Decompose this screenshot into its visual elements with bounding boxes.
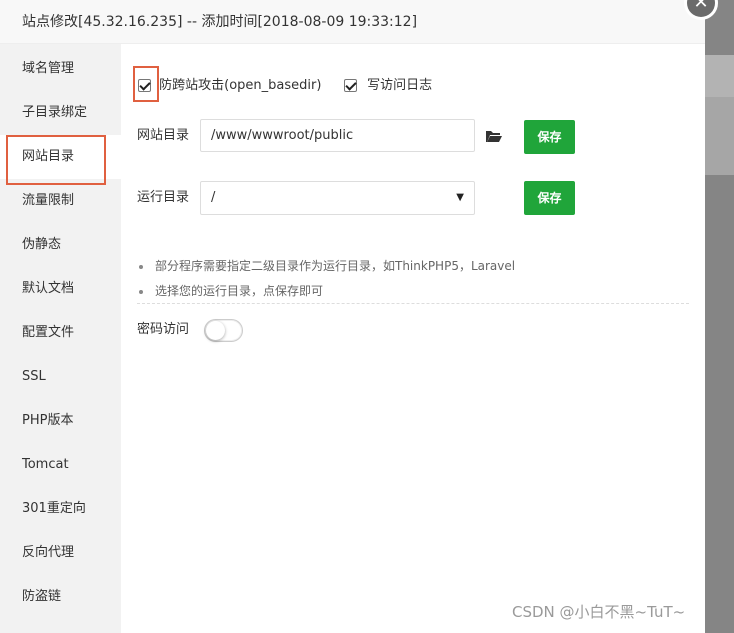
sidebar-item-traffic-limit[interactable]: 流量限制 [0,179,121,223]
sidebar-item-default-doc[interactable]: 默认文档 [0,267,121,311]
sidebar-item-subdir[interactable]: 子目录绑定 [0,91,121,135]
run-dir-label: 运行目录 [137,190,190,205]
sidebar-item-hotlink[interactable]: 防盗链 [0,575,121,619]
close-icon: ✕ [687,0,715,17]
folder-open-icon[interactable] [485,119,503,153]
site-edit-dialog: 站点修改[45.32.16.235] -- 添加时间[2018-08-09 19… [0,0,705,633]
anti-xss-label: 防跨站攻击(open_basedir) [159,78,322,93]
password-access-toggle[interactable] [204,319,243,342]
site-dir-panel: 防跨站攻击(open_basedir) 写访问日志 网站目录 /www/wwwr… [121,44,705,633]
modal-backdrop [703,0,734,633]
site-dir-row: 网站目录 /www/wwwroot/public 保存 [137,119,597,154]
help-note: 选择您的运行目录，点保存即可 [137,279,689,304]
run-dir-row: 运行目录 / ▼ 保存 [137,181,597,215]
anti-xss-checkbox[interactable] [138,79,151,92]
watermark: CSDN @小白不黑~TuT~ [512,603,686,621]
site-dir-input[interactable]: /www/wwwroot/public [200,119,475,152]
settings-sidebar: 域名管理 子目录绑定 网站目录 流量限制 伪静态 默认文档 配置文件 SSL P… [0,44,121,633]
divider [137,303,689,304]
help-notes: 部分程序需要指定二级目录作为运行目录，如ThinkPHP5，Laravel 选择… [137,254,689,304]
dropdown-arrow-icon: ▼ [456,192,464,203]
sidebar-item-domain[interactable]: 域名管理 [0,47,121,91]
backdrop-band [703,55,734,97]
run-dir-save-button[interactable]: 保存 [524,181,575,215]
site-dir-label: 网站目录 [137,128,190,143]
password-access-label: 密码访问 [137,322,190,337]
toggle-knob [206,321,225,340]
anti-xss-option: 防跨站攻击(open_basedir) [138,76,321,96]
sidebar-item-rewrite[interactable]: 伪静态 [0,223,121,267]
sidebar-item-reverse-proxy[interactable]: 反向代理 [0,531,121,575]
sidebar-item-tomcat[interactable]: Tomcat [0,443,121,487]
sidebar-item-php-version[interactable]: PHP版本 [0,399,121,443]
site-dir-save-button[interactable]: 保存 [524,120,575,154]
sidebar-item-config-file[interactable]: 配置文件 [0,311,121,355]
help-note: 部分程序需要指定二级目录作为运行目录，如ThinkPHP5，Laravel [137,254,689,279]
access-log-option: 写访问日志 [344,76,432,96]
access-log-label: 写访问日志 [367,78,433,93]
run-dir-selected: / [211,190,216,205]
backdrop-band [703,97,734,175]
password-access-row: 密码访问 [137,318,243,342]
sidebar-item-redirect[interactable]: 301重定向 [0,487,121,531]
run-dir-select[interactable]: / ▼ [200,181,475,215]
dialog-title: 站点修改[45.32.16.235] -- 添加时间[2018-08-09 19… [0,0,705,44]
sidebar-item-site-dir[interactable]: 网站目录 [0,135,121,185]
access-log-checkbox[interactable] [344,79,357,92]
sidebar-item-ssl[interactable]: SSL [0,355,121,399]
